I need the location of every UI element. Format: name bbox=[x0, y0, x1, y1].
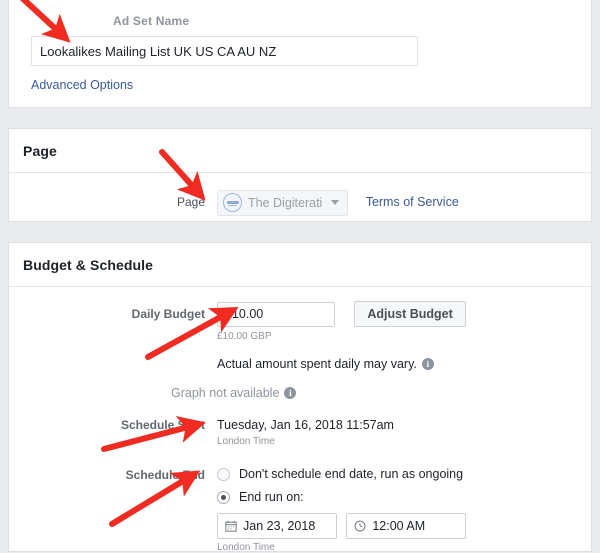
daily-budget-currency-note: £10.00 GBP bbox=[217, 331, 272, 342]
page-field-row: Page The Digiterati Terms of Service bbox=[9, 173, 591, 216]
schedule-end-controls: Don't schedule end date, run as ongoing … bbox=[217, 467, 591, 553]
radio-option-endrun[interactable]: End run on: bbox=[217, 490, 591, 504]
actual-amount-row: Actual amount spent daily may vary. i bbox=[9, 342, 591, 371]
page-avatar-icon bbox=[223, 193, 242, 213]
schedule-start-timezone: London Time bbox=[217, 436, 275, 447]
radio-endrun-input[interactable] bbox=[217, 490, 230, 504]
schedule-start-label: Schedule Start bbox=[120, 418, 205, 432]
graph-note-controls: Graph not available i bbox=[171, 371, 591, 400]
daily-budget-row: Daily Budget Adjust Budget £10.00 GBP bbox=[9, 301, 591, 342]
graph-note-row: Graph not available i bbox=[9, 371, 591, 400]
schedule-start-controls: Tuesday, Jan 16, 2018 11:57am London Tim… bbox=[217, 417, 591, 447]
actual-amount-controls: Actual amount spent daily may vary. i bbox=[217, 342, 591, 371]
page-panel: Page Page The Digiterati Terms of Servic… bbox=[8, 128, 592, 222]
budget-schedule-body: Daily Budget Adjust Budget £10.00 GBP Ac… bbox=[9, 287, 591, 553]
end-time-value: 12:00 AM bbox=[372, 519, 426, 533]
clock-icon bbox=[354, 520, 366, 532]
page-field-controls: The Digiterati Terms of Service bbox=[217, 189, 591, 216]
schedule-end-label: Schedule End bbox=[125, 468, 205, 482]
radio-endrun-label[interactable]: End run on: bbox=[239, 490, 304, 504]
page-select-value: The Digiterati bbox=[248, 195, 323, 210]
daily-budget-controls: Adjust Budget £10.00 GBP bbox=[217, 301, 591, 342]
schedule-start-value: Tuesday, Jan 16, 2018 11:57am bbox=[217, 418, 394, 432]
end-date-picker[interactable]: Jan 23, 2018 bbox=[217, 513, 337, 539]
graph-note: Graph not available i bbox=[171, 386, 591, 400]
terms-of-service-link[interactable]: Terms of Service bbox=[366, 195, 459, 209]
radio-option-ongoing[interactable]: Don't schedule end date, run as ongoing bbox=[217, 467, 591, 481]
chevron-down-icon bbox=[331, 200, 340, 206]
graph-note-text: Graph not available bbox=[171, 386, 280, 400]
ad-set-name-panel: Ad Set Name Advanced Options bbox=[8, 0, 592, 108]
actual-amount-note: Actual amount spent daily may vary. i bbox=[217, 357, 591, 371]
advanced-options-link[interactable]: Advanced Options bbox=[31, 78, 133, 92]
budget-schedule-heading: Budget & Schedule bbox=[9, 243, 591, 287]
radio-ongoing-label[interactable]: Don't schedule end date, run as ongoing bbox=[239, 467, 463, 481]
schedule-start-row: Schedule Start Tuesday, Jan 16, 2018 11:… bbox=[9, 417, 591, 447]
ad-set-name-label: Ad Set Name bbox=[113, 14, 190, 28]
info-icon-graph[interactable]: i bbox=[284, 387, 297, 399]
actual-amount-note-text: Actual amount spent daily may vary. bbox=[217, 357, 417, 371]
adjust-budget-button[interactable]: Adjust Budget bbox=[354, 301, 466, 327]
schedule-end-timezone: London Time bbox=[217, 542, 275, 553]
daily-budget-label: Daily Budget bbox=[131, 307, 205, 321]
info-icon-actual-amount[interactable]: i bbox=[421, 358, 434, 370]
end-date-value: Jan 23, 2018 bbox=[243, 519, 316, 533]
calendar-icon bbox=[225, 520, 237, 532]
page-select-dropdown[interactable]: The Digiterati bbox=[217, 189, 349, 216]
ad-set-name-input[interactable] bbox=[31, 36, 418, 66]
schedule-end-row: Schedule End Don't schedule end date, ru… bbox=[9, 467, 591, 553]
radio-ongoing-input[interactable] bbox=[217, 467, 230, 481]
daily-budget-input[interactable] bbox=[217, 301, 335, 327]
end-date-time-controls: Jan 23, 2018 12:00 AM London Time bbox=[217, 513, 591, 553]
end-time-picker[interactable]: 12:00 AM bbox=[346, 513, 467, 539]
budget-schedule-panel: Budget & Schedule Daily Budget Adjust Bu… bbox=[8, 242, 592, 553]
page-field-label: Page bbox=[176, 195, 205, 209]
page-section-heading: Page bbox=[9, 129, 591, 173]
ads-manager-form: Ad Set Name Advanced Options Page Page T… bbox=[0, 0, 600, 553]
